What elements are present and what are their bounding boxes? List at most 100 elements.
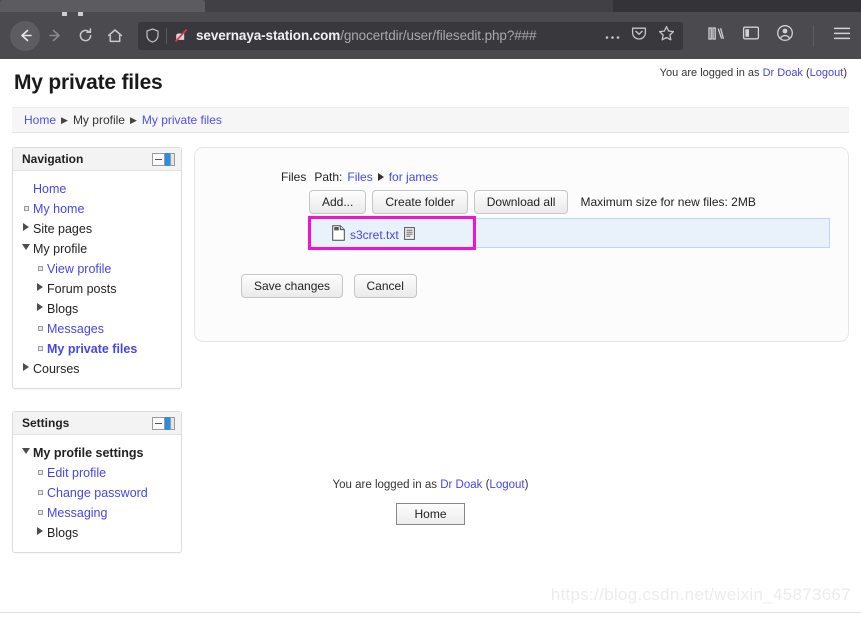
- file-list-pane[interactable]: s3cret.txt: [308, 216, 830, 250]
- footer-logout-paren-close: ): [524, 479, 529, 491]
- url-text: severnaya-station.com/gnocertdir/user/fi…: [196, 28, 605, 43]
- tab-strip-right: [613, 0, 861, 12]
- url-host: severnaya-station.com: [196, 28, 341, 43]
- watermark: https://blog.csdn.net/weixin_45873667: [550, 585, 851, 604]
- settings-block-title: Settings: [22, 416, 70, 430]
- back-arrow-icon[interactable]: [10, 20, 40, 51]
- chevron-down-icon[interactable]: [19, 239, 33, 259]
- bookmark-star-icon[interactable]: [658, 25, 675, 47]
- tracking-protection-shield-icon[interactable]: [146, 28, 159, 43]
- logout-link[interactable]: Logout: [810, 67, 844, 79]
- sidebar-item-home[interactable]: Home: [19, 179, 175, 199]
- footer-home-button[interactable]: Home: [396, 503, 465, 525]
- navigation-block-title: Navigation: [22, 152, 84, 166]
- file-name-link[interactable]: s3cret.txt: [350, 228, 399, 242]
- file-details-icon[interactable]: [403, 226, 415, 243]
- max-size-note: Maximum size for new files: 2MB: [580, 195, 756, 209]
- library-icon[interactable]: [707, 25, 726, 47]
- login-info: You are logged in as Dr Doak (Logout): [660, 67, 847, 79]
- create-folder-button[interactable]: Create folder: [372, 190, 468, 214]
- text-file-icon: [332, 225, 345, 244]
- login-prefix: You are logged in as: [659, 67, 760, 79]
- sidebar-item-label[interactable]: View profile: [47, 259, 111, 279]
- sidebar-item-messages[interactable]: Messages: [19, 319, 175, 339]
- sidebar-item-label: Blogs: [47, 302, 79, 316]
- file-list-item[interactable]: s3cret.txt: [332, 225, 415, 244]
- account-icon[interactable]: [776, 24, 794, 47]
- home-icon[interactable]: [100, 21, 130, 51]
- path-root-link[interactable]: Files: [347, 170, 372, 184]
- leaf-square-icon: [33, 319, 47, 339]
- sidebar-item-my-profile-settings[interactable]: My profile settings: [19, 443, 175, 463]
- chevron-right-icon[interactable]: [19, 359, 33, 379]
- dock-block-icon[interactable]: [165, 152, 175, 166]
- chevron-right-icon[interactable]: [19, 219, 33, 239]
- page-header: My private files You are logged in as Dr…: [0, 59, 861, 103]
- footer-login-info: You are logged in as Dr Doak (Logout): [0, 479, 861, 491]
- footer-login-prefix: You are logged in as: [332, 479, 437, 491]
- navigation-block: Navigation Home My home Site pages My pr…: [12, 147, 182, 389]
- file-manager-path-line: Files Path: Files for james: [281, 170, 830, 184]
- sidebar-item-label: Blogs: [47, 526, 79, 540]
- dock-block-icon[interactable]: [165, 416, 175, 430]
- chevron-right-icon[interactable]: [33, 523, 47, 543]
- path-current-link[interactable]: for james: [389, 170, 438, 184]
- sidebar-item-site-pages[interactable]: Site pages: [19, 219, 175, 239]
- navigation-block-header: Navigation: [13, 148, 181, 171]
- sidebar-item-label: My profile settings: [33, 446, 144, 460]
- browser-tab-active[interactable]: [0, 0, 205, 12]
- file-manager-toolbar: Add... Create folder Download all Maximu…: [309, 190, 830, 214]
- breadcrumb-item-home[interactable]: Home: [24, 113, 56, 127]
- sidebar-item-blogs-settings[interactable]: Blogs: [19, 523, 175, 543]
- save-changes-button[interactable]: Save changes: [241, 274, 344, 298]
- sidebar-item-label[interactable]: My home: [33, 199, 84, 219]
- chevron-right-icon[interactable]: [33, 299, 47, 319]
- sidebar-item-label[interactable]: My private files: [47, 339, 137, 359]
- logout-paren-close: ): [843, 67, 847, 79]
- breadcrumb-item-my-private-files[interactable]: My private files: [142, 113, 222, 127]
- sidebar-item-label[interactable]: Messages: [47, 319, 104, 339]
- bottom-divider: [0, 612, 861, 613]
- sidebar-item-forum-posts[interactable]: Forum posts: [19, 279, 175, 299]
- reload-icon[interactable]: [70, 21, 100, 51]
- hide-block-icon[interactable]: [152, 152, 165, 166]
- sidebar-item-label: Site pages: [33, 222, 93, 236]
- leaf-square-icon: [19, 199, 33, 219]
- breadcrumb: Home ▶ My profile ▶ My private files: [12, 107, 849, 133]
- leaf-square-icon: [33, 339, 47, 359]
- page-actions-icon[interactable]: [605, 27, 620, 45]
- download-all-button[interactable]: Download all: [473, 190, 569, 214]
- chevron-down-icon[interactable]: [19, 443, 33, 463]
- page-footer: You are logged in as Dr Doak (Logout) Ho…: [0, 479, 861, 525]
- browser-toolbar-right: [693, 24, 851, 47]
- forward-arrow-icon[interactable]: [40, 21, 70, 51]
- leaf-square-icon: [33, 259, 47, 279]
- insecure-connection-icon[interactable]: [174, 28, 189, 43]
- toolbar-divider: [813, 24, 814, 47]
- tab-favicon-row: [62, 3, 96, 16]
- sidebar-item-label: Forum posts: [47, 282, 117, 296]
- sidebar-item-label: Courses: [33, 362, 80, 376]
- sidebar-icon[interactable]: [742, 25, 760, 46]
- logged-in-user-link[interactable]: Dr Doak: [763, 67, 803, 79]
- sidebar-item-view-profile[interactable]: View profile: [19, 259, 175, 279]
- pocket-icon[interactable]: [631, 25, 647, 46]
- block-header-icons: [152, 152, 175, 166]
- footer-logout-link[interactable]: Logout: [489, 479, 524, 491]
- add-file-button[interactable]: Add...: [309, 190, 367, 214]
- cancel-button[interactable]: Cancel: [353, 274, 417, 298]
- hide-block-icon[interactable]: [152, 416, 165, 430]
- browser-chrome: severnaya-station.com/gnocertdir/user/fi…: [0, 0, 861, 59]
- sidebar-item-label[interactable]: Home: [33, 179, 66, 199]
- sidebar-item-my-private-files[interactable]: My private files: [19, 339, 175, 359]
- block-header-icons: [152, 416, 175, 430]
- sidebar-item-my-home[interactable]: My home: [19, 199, 175, 219]
- sidebar-item-courses[interactable]: Courses: [19, 359, 175, 379]
- address-bar[interactable]: severnaya-station.com/gnocertdir/user/fi…: [138, 21, 683, 50]
- footer-user-link[interactable]: Dr Doak: [440, 479, 482, 491]
- sidebar-item-blogs[interactable]: Blogs: [19, 299, 175, 319]
- hamburger-menu-icon[interactable]: [833, 26, 851, 46]
- sidebar-item-my-profile[interactable]: My profile: [19, 239, 175, 259]
- chevron-right-icon[interactable]: [33, 279, 47, 299]
- navigation-list: Home My home Site pages My profile View …: [19, 179, 175, 379]
